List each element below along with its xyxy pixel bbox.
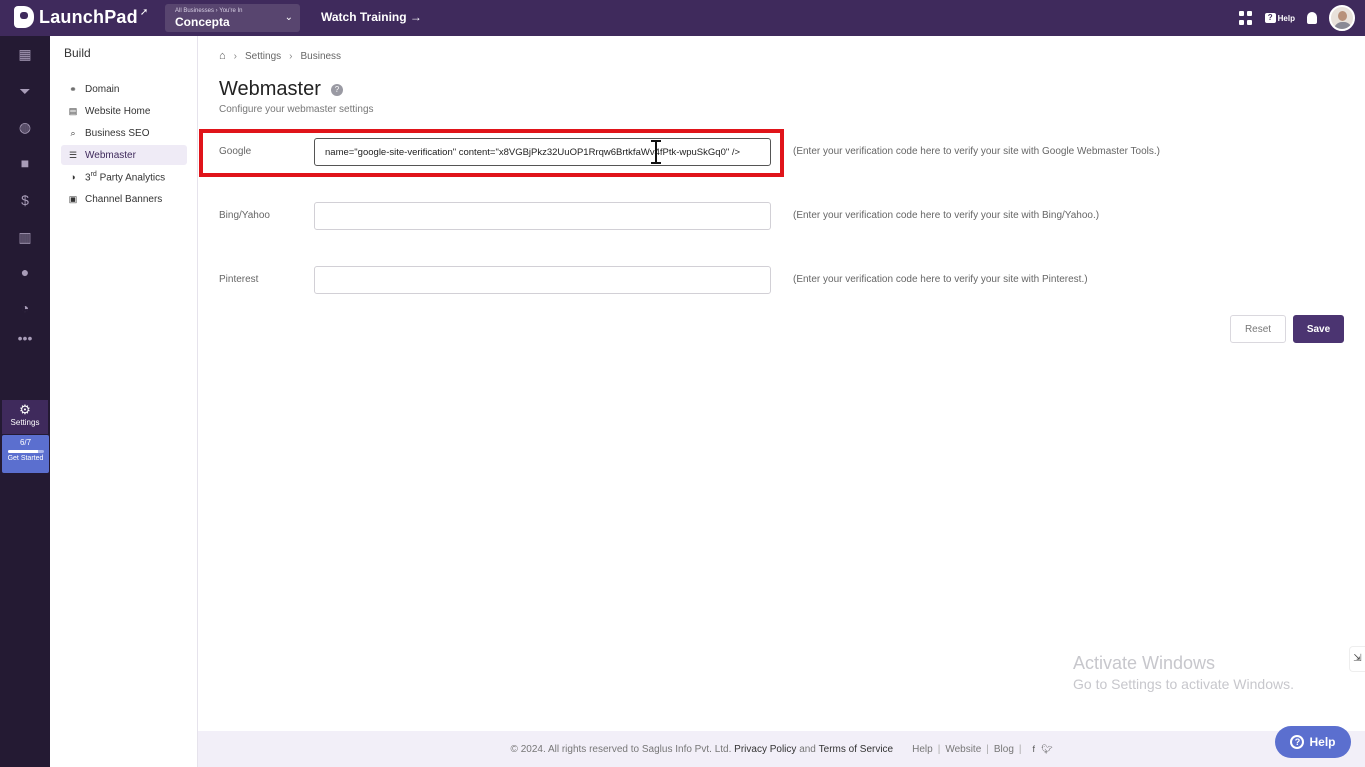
footer-blog-link[interactable]: Blog bbox=[994, 744, 1014, 755]
watermark-line2: Go to Settings to activate Windows. bbox=[1073, 676, 1294, 692]
page-title: Webmaster bbox=[219, 78, 321, 100]
website-icon: ▤ bbox=[68, 105, 78, 116]
breadcrumb-settings[interactable]: Settings bbox=[245, 51, 281, 62]
subnav-item-label: Domain bbox=[85, 83, 120, 95]
top-bar: LaunchPad ➚ All Businesses › You're In C… bbox=[0, 0, 1365, 36]
logo-text: LaunchPad bbox=[39, 6, 138, 27]
footer-copyright: © 2024. All rights reserved to Saglus In… bbox=[510, 743, 732, 755]
rocket-icon: ➚ bbox=[139, 6, 149, 18]
footer: © 2024. All rights reserved to Saglus In… bbox=[198, 731, 1365, 767]
subnav-item-channel-banners[interactable]: ▣ Channel Banners bbox=[61, 189, 187, 209]
bell-icon[interactable] bbox=[1307, 12, 1317, 24]
apps-grid-icon[interactable] bbox=[1238, 11, 1253, 25]
search-icon: ⌕ bbox=[70, 127, 76, 138]
home-icon[interactable]: ⌂ bbox=[219, 50, 226, 62]
analytics-icon: ◑ bbox=[70, 172, 76, 182]
business-selector[interactable]: All Businesses › You're In Concepta ⌄ bbox=[165, 4, 300, 32]
watermark-line1: Activate Windows bbox=[1073, 653, 1216, 673]
highlight-box bbox=[199, 129, 784, 177]
terms-link[interactable]: Terms of Service bbox=[819, 744, 893, 755]
gear-icon: ⚙ bbox=[19, 402, 31, 417]
launchpad-logo[interactable]: LaunchPad ➚ bbox=[14, 6, 148, 28]
page-subtitle: Configure your webmaster settings bbox=[219, 104, 374, 115]
subnav-item-third-party-analytics[interactable]: ◑ 3rd Party Analytics bbox=[61, 167, 187, 187]
watch-training-link[interactable]: Watch Training → bbox=[321, 10, 422, 24]
dollar-icon[interactable]: $ bbox=[0, 188, 50, 212]
help-icon: ? bbox=[1290, 735, 1305, 749]
icon-rail: ▦ ⏷ ◍ ■ $ ▥ ● ◔ ••• ⚙ Settings 6/7 Get S… bbox=[0, 36, 50, 767]
question-icon[interactable]: ? bbox=[331, 84, 343, 96]
twitter-icon[interactable]: 🐦︎ bbox=[1041, 744, 1052, 755]
subnav-item-label: Webmaster bbox=[85, 149, 136, 161]
help-floating-button[interactable]: ? Help bbox=[1275, 726, 1351, 758]
more-icon[interactable]: ••• bbox=[0, 326, 50, 350]
divider: | bbox=[937, 743, 941, 755]
progress-label: Get Started bbox=[7, 455, 44, 462]
bing-help-text: (Enter your verification code here to ve… bbox=[793, 210, 1100, 221]
webmaster-icon: ☰ bbox=[68, 149, 78, 160]
progress-bar bbox=[7, 450, 44, 453]
progress-count: 6/7 bbox=[19, 438, 32, 447]
banner-icon: ▣ bbox=[68, 193, 78, 204]
chevron-right-icon: › bbox=[289, 50, 293, 62]
help-icon: ? bbox=[1264, 13, 1276, 23]
logo-icon bbox=[14, 6, 34, 28]
side-collapse-icon[interactable]: ⇲ bbox=[1349, 646, 1365, 672]
subnav-item-label: Website Home bbox=[85, 105, 151, 117]
subnav-title: Build bbox=[64, 46, 91, 60]
subnav-item-label: 3rd Party Analytics bbox=[85, 170, 166, 184]
avatar[interactable] bbox=[1329, 5, 1355, 31]
bing-label: Bing/Yahoo bbox=[219, 210, 270, 221]
video-icon[interactable]: ■ bbox=[0, 151, 50, 175]
subnav-item-website-home[interactable]: ▤ Website Home bbox=[61, 101, 187, 121]
help-menu[interactable]: ? Help bbox=[1264, 13, 1295, 23]
bing-verification-input[interactable] bbox=[314, 202, 771, 230]
breadcrumb: ⌂ › Settings › Business bbox=[219, 50, 341, 62]
privacy-policy-link[interactable]: Privacy Policy bbox=[734, 744, 796, 755]
help-label: Help bbox=[1277, 13, 1295, 23]
subnav-item-business-seo[interactable]: ⌕ Business SEO bbox=[61, 123, 187, 143]
business-selector-value: Concepta bbox=[175, 15, 230, 29]
pinterest-label: Pinterest bbox=[219, 274, 259, 285]
subnav-item-label: Business SEO bbox=[85, 127, 150, 139]
progress-fill bbox=[7, 450, 39, 453]
chevron-down-icon: ⌄ bbox=[284, 12, 293, 23]
pinterest-verification-input[interactable] bbox=[314, 266, 771, 294]
footer-and: and bbox=[799, 743, 816, 755]
breadcrumb-business[interactable]: Business bbox=[300, 51, 341, 62]
divider: | bbox=[986, 743, 989, 755]
rail-settings[interactable]: ⚙ Settings bbox=[2, 400, 48, 434]
users-icon[interactable]: ● bbox=[0, 260, 50, 284]
divider: | bbox=[1018, 743, 1022, 755]
chart-icon[interactable]: ▥ bbox=[0, 225, 50, 249]
reset-button[interactable]: Reset bbox=[1230, 315, 1286, 343]
save-button[interactable]: Save bbox=[1293, 315, 1344, 343]
pinterest-help-text: (Enter your verification code here to ve… bbox=[793, 274, 1088, 285]
google-help-text: (Enter your verification code here to ve… bbox=[793, 146, 1161, 157]
speedometer-icon[interactable]: ◔ bbox=[0, 296, 50, 320]
windows-activation-watermark: Activate Windows Go to Settings to activ… bbox=[1073, 652, 1294, 694]
funnel-icon[interactable]: ⏷ bbox=[0, 79, 50, 103]
facebook-icon[interactable]: f bbox=[1033, 744, 1036, 754]
build-subnav: Build ⚭ Domain ▤ Website Home ⌕ Business… bbox=[50, 36, 198, 767]
subnav-item-domain[interactable]: ⚭ Domain bbox=[61, 79, 187, 99]
footer-website-link[interactable]: Website bbox=[945, 744, 981, 755]
get-started-progress[interactable]: 6/7 Get Started bbox=[2, 435, 49, 473]
subnav-item-webmaster[interactable]: ☰ Webmaster bbox=[61, 145, 187, 165]
text-cursor-icon bbox=[651, 140, 661, 164]
help-floating-label: Help bbox=[1309, 735, 1336, 749]
globe-icon[interactable]: ◍ bbox=[0, 115, 50, 139]
footer-help-link[interactable]: Help bbox=[912, 744, 933, 755]
chevron-right-icon: › bbox=[233, 50, 237, 62]
business-selector-caption: All Businesses › You're In bbox=[175, 8, 243, 14]
dashboard-icon[interactable]: ▦ bbox=[0, 42, 50, 66]
subnav-item-label: Channel Banners bbox=[85, 193, 163, 205]
rail-settings-label: Settings bbox=[10, 418, 40, 427]
domain-icon: ⚭ bbox=[69, 83, 77, 94]
